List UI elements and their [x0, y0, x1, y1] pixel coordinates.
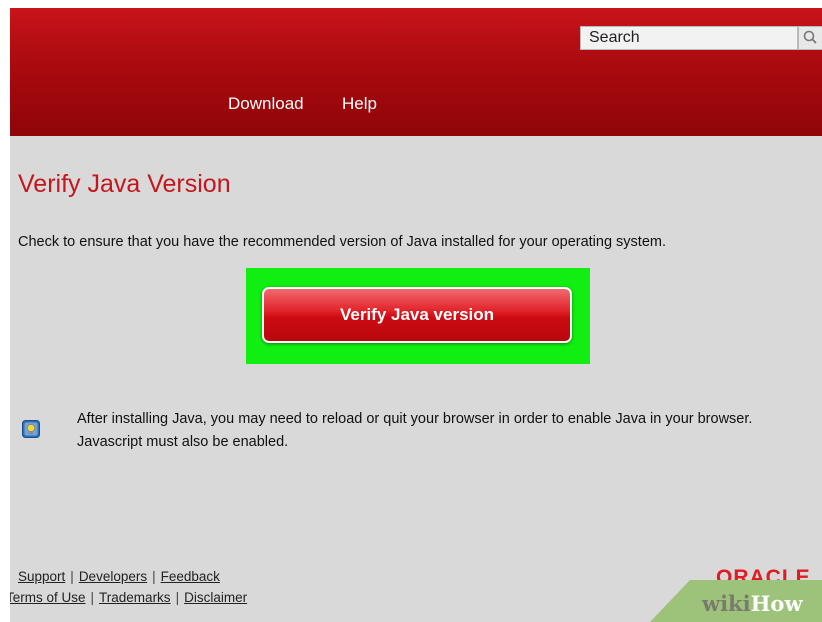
nav-help[interactable]: Help [342, 94, 377, 114]
header-banner: Search Download Help [10, 8, 822, 136]
footer-links: Support | Developers | Feedback Terms of Use… [10, 566, 247, 608]
verify-java-button-label: Verify Java version [339, 305, 495, 324]
footer-row-2: Terms of Use | Trademarks | Disclaimer [10, 587, 247, 608]
wikihow-wiki: wiki [702, 591, 751, 616]
search-input[interactable]: Search [580, 26, 798, 50]
page: Search Download Help Verify Java Version… [0, 0, 822, 622]
browser-content: Search Download Help Verify Java Version… [10, 8, 822, 622]
search-placeholder: Search [589, 29, 640, 46]
wikihow-watermark: wikiHow [702, 591, 803, 616]
footer-link-trademarks[interactable]: Trademarks [99, 590, 171, 605]
footer-link-terms[interactable]: Terms of Use [10, 590, 86, 605]
footer-link-support[interactable]: Support [18, 569, 65, 584]
wikihow-how: How [750, 591, 803, 616]
verify-java-button[interactable]: Verify Java version [262, 287, 572, 343]
search-icon [803, 30, 817, 44]
footer-link-feedback[interactable]: Feedback [161, 569, 220, 584]
footer-row-1: Support | Developers | Feedback [18, 569, 220, 584]
footer-link-disclaimer[interactable]: Disclaimer [184, 590, 247, 605]
note-text: After installing Java, you may need to r… [77, 411, 753, 450]
page-title: Verify Java Version [18, 170, 231, 198]
footer-link-developers[interactable]: Developers [79, 569, 147, 584]
nav-download[interactable]: Download [228, 94, 304, 114]
info-bulb-icon [22, 420, 40, 438]
intro-text: Check to ensure that you have the recomm… [18, 234, 667, 250]
search-button[interactable] [798, 26, 822, 50]
